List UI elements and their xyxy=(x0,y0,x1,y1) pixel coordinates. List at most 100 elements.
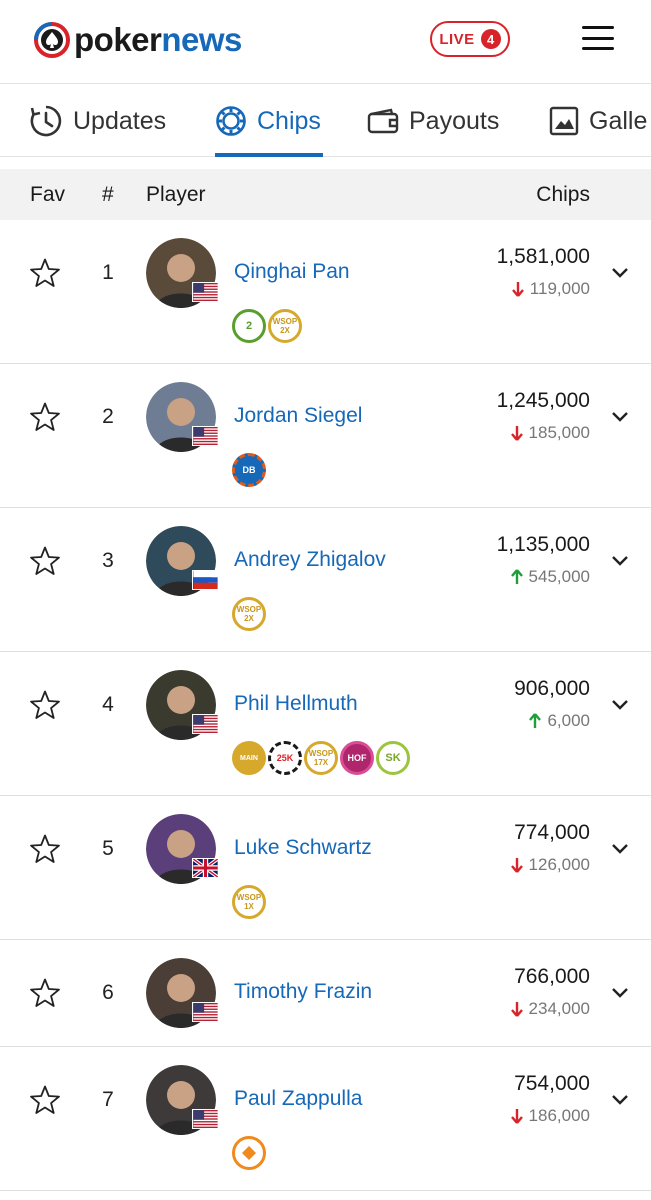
avatar[interactable] xyxy=(146,382,219,452)
live-button[interactable]: LIVE 4 xyxy=(430,21,510,57)
player-badge[interactable]: DB xyxy=(232,453,266,487)
header-fav: Fav xyxy=(30,183,66,206)
badge-list: DB xyxy=(232,453,268,487)
badge-diamond-icon[interactable] xyxy=(232,1136,266,1170)
player-badge[interactable]: 2 xyxy=(232,309,266,343)
logo-mark-icon xyxy=(34,22,70,58)
chevron-down-icon[interactable] xyxy=(611,843,629,855)
table-row[interactable]: 2 Jordan Siegel 1,245,000 185,000 DB xyxy=(0,364,651,508)
table-row[interactable]: 7 Paul Zappulla 754,000 186,000 xyxy=(0,1047,651,1191)
chip-change-value: 186,000 xyxy=(528,1106,590,1125)
player-name-link[interactable]: Jordan Siegel xyxy=(234,404,362,428)
chip-change: 6,000 xyxy=(529,711,590,731)
flag-usa-icon xyxy=(192,282,219,302)
badge-list: WSOP 2X xyxy=(232,597,268,631)
rank-number: 3 xyxy=(102,549,114,572)
player-name-link[interactable]: Andrey Zhigalov xyxy=(234,548,386,572)
chip-change-value: 126,000 xyxy=(528,855,590,874)
rank-number: 1 xyxy=(102,261,114,284)
chip-change-value: 545,000 xyxy=(528,567,590,586)
active-tab-indicator xyxy=(215,153,323,157)
player-badge[interactable]: WSOP 17X xyxy=(304,741,338,775)
header-player: Player xyxy=(146,183,206,206)
table-row[interactable]: 1 Qinghai Pan 1,581,000 119,000 2 WSOP 2X xyxy=(0,220,651,364)
chevron-down-icon[interactable] xyxy=(611,699,629,711)
player-badge[interactable]: WSOP 2X xyxy=(268,309,302,343)
badge-list: 2 WSOP 2X xyxy=(232,309,304,343)
arrow-up-icon xyxy=(510,569,523,584)
favorite-star-icon[interactable] xyxy=(29,689,61,721)
arrow-down-icon xyxy=(511,282,524,297)
rank-number: 5 xyxy=(102,837,114,860)
player-name-link[interactable]: Paul Zappulla xyxy=(234,1087,362,1111)
favorite-star-icon[interactable] xyxy=(29,977,61,1009)
flag-usa-icon xyxy=(192,1002,219,1022)
table-header: Fav # Player Chips xyxy=(0,169,651,220)
favorite-star-icon[interactable] xyxy=(29,545,61,577)
logo-text-news: news xyxy=(161,21,242,58)
chip-change: 234,000 xyxy=(510,999,590,1019)
chevron-down-icon[interactable] xyxy=(611,411,629,423)
avatar[interactable] xyxy=(146,958,219,1028)
player-name-link[interactable]: Phil Hellmuth xyxy=(234,692,358,716)
tab-payouts[interactable]: Payouts xyxy=(367,85,500,156)
favorite-star-icon[interactable] xyxy=(29,1084,61,1116)
chevron-down-icon[interactable] xyxy=(611,555,629,567)
player-badge[interactable]: MAIN xyxy=(232,741,266,775)
hamburger-menu-icon[interactable] xyxy=(582,26,614,50)
pokernews-logo[interactable]: pokernews xyxy=(34,20,242,60)
arrow-down-icon xyxy=(510,858,523,873)
player-name-link[interactable]: Timothy Frazin xyxy=(234,980,372,1004)
favorite-star-icon[interactable] xyxy=(29,257,61,289)
tab-chips[interactable]: Chips xyxy=(215,85,321,156)
player-name-link[interactable]: Qinghai Pan xyxy=(234,260,350,284)
chevron-down-icon[interactable] xyxy=(611,1094,629,1106)
flag-usa-icon xyxy=(192,1109,219,1129)
header-chips[interactable]: Chips xyxy=(536,183,590,207)
tab-chips-label: Chips xyxy=(257,106,321,135)
avatar[interactable] xyxy=(146,814,219,884)
player-name-link[interactable]: Luke Schwartz xyxy=(234,836,372,860)
player-badge[interactable]: SK xyxy=(376,741,410,775)
player-badge[interactable]: WSOP 2X xyxy=(232,597,266,631)
table-row[interactable]: 3 Andrey Zhigalov 1,135,000 545,000 WSOP 2X xyxy=(0,508,651,652)
chevron-down-icon[interactable] xyxy=(611,987,629,999)
wallet-icon xyxy=(367,108,399,134)
avatar[interactable] xyxy=(146,1065,219,1135)
chip-count: 1,245,000 xyxy=(496,389,590,412)
player-badge[interactable]: HOF xyxy=(340,741,374,775)
tab-bar: Updates Chips Payouts Galle xyxy=(0,85,651,157)
flag-uk-icon xyxy=(192,858,219,878)
table-row[interactable]: 4 Phil Hellmuth 906,000 6,000 MAIN 25K WSOP 17… xyxy=(0,652,651,796)
arrow-down-icon xyxy=(510,1002,523,1017)
table-row[interactable]: 5 Luke Schwartz 774,000 126,000 WSOP 1X xyxy=(0,796,651,940)
player-badge[interactable]: WSOP 1X xyxy=(232,885,266,919)
player-badge[interactable]: 25K xyxy=(268,741,302,775)
avatar[interactable] xyxy=(146,670,219,740)
tab-payouts-label: Payouts xyxy=(409,106,500,135)
top-bar: pokernews LIVE 4 xyxy=(0,0,651,84)
live-count-badge: 4 xyxy=(480,29,501,49)
logo-text-poker: poker xyxy=(74,21,162,58)
favorite-star-icon[interactable] xyxy=(29,833,61,865)
avatar[interactable] xyxy=(146,238,219,308)
avatar[interactable] xyxy=(146,526,219,596)
chip-count: 766,000 xyxy=(514,965,590,988)
chevron-down-icon[interactable] xyxy=(611,267,629,279)
badge-list: WSOP 1X xyxy=(232,885,268,919)
chip-change: 119,000 xyxy=(511,279,590,299)
arrow-up-icon xyxy=(529,713,542,728)
badge-list xyxy=(232,1136,268,1170)
favorite-star-icon[interactable] xyxy=(29,401,61,433)
flag-usa-icon xyxy=(192,426,219,446)
flag-usa-icon xyxy=(192,714,219,734)
rank-number: 4 xyxy=(102,693,114,716)
table-row[interactable]: 6 Timothy Frazin 766,000 234,000 xyxy=(0,940,651,1047)
tab-gallery[interactable]: Galle xyxy=(549,85,648,156)
tab-gallery-label: Galle xyxy=(589,106,648,135)
image-icon xyxy=(549,106,579,136)
tab-updates[interactable]: Updates xyxy=(29,85,166,156)
rank-number: 6 xyxy=(102,981,114,1004)
chip-icon xyxy=(216,106,246,136)
chip-change: 185,000 xyxy=(510,423,590,443)
